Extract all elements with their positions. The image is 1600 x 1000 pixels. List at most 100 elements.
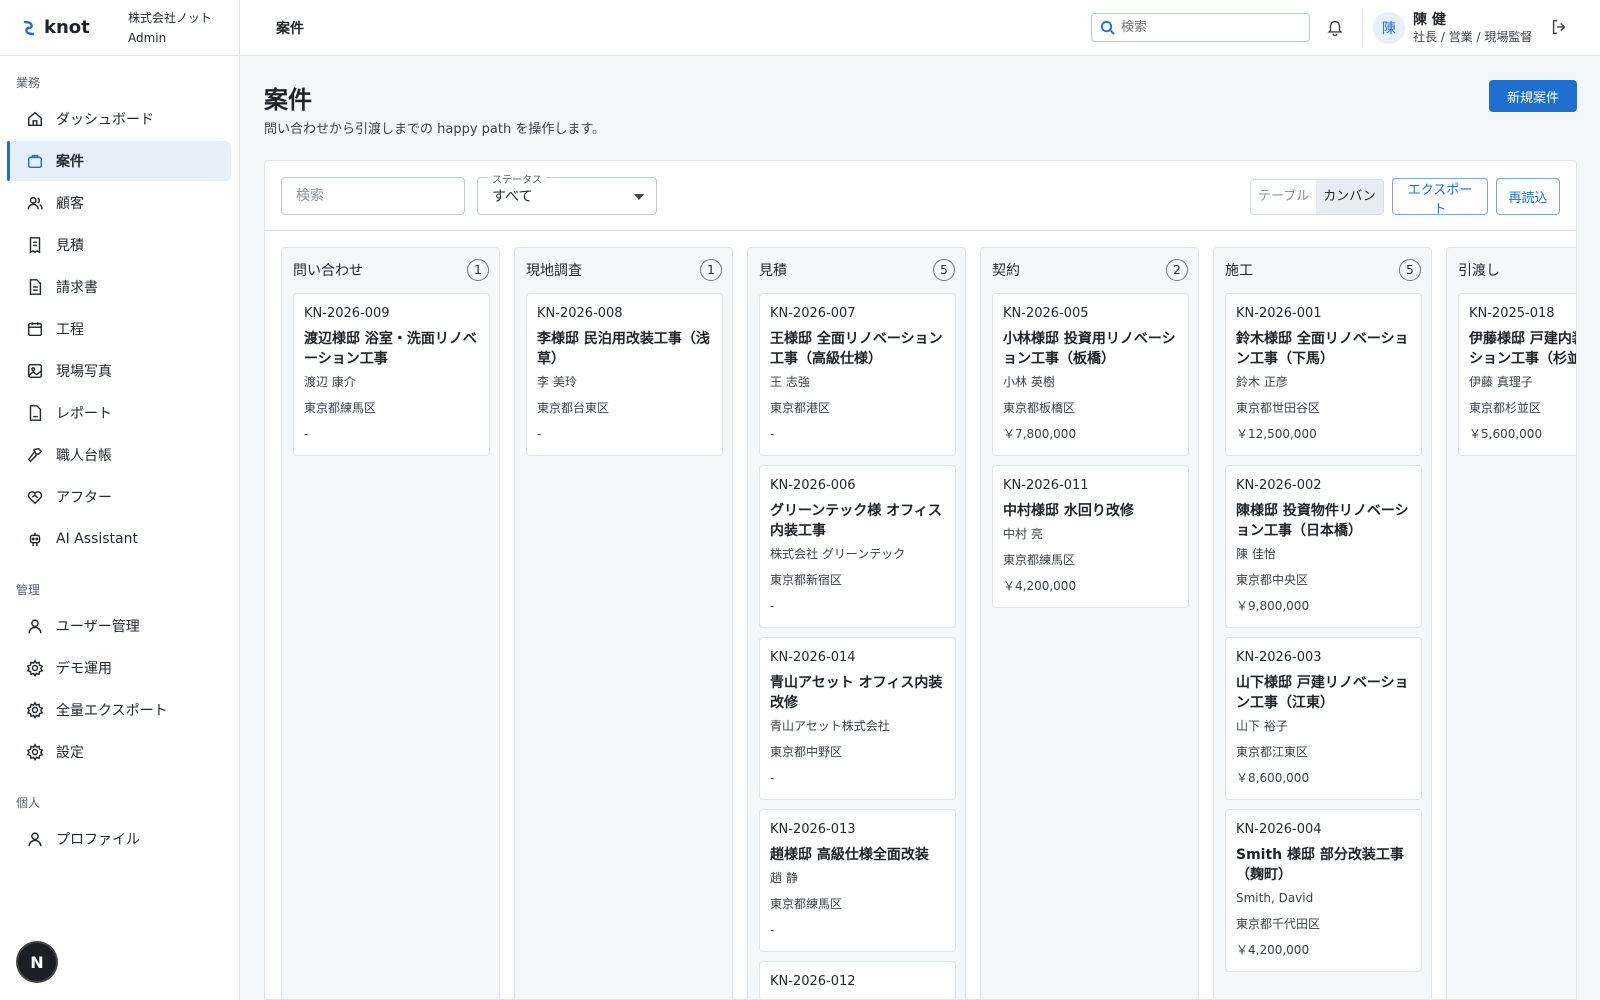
sidebar-item-label: 顧客	[56, 196, 84, 212]
column-header: 現地調査 1	[515, 248, 732, 292]
filter-bar: ステータス すべて テーブル カンバン エクスポート 再読込	[265, 161, 1576, 231]
sidebar-item[interactable]: 顧客	[8, 183, 231, 223]
column-count-badge: 5	[933, 259, 955, 281]
status-select[interactable]: ステータス すべて	[477, 171, 657, 215]
avatar[interactable]: 陳	[1373, 12, 1405, 44]
project-code: KN-2026-003	[1236, 650, 1322, 665]
notification-bell-icon[interactable]	[1326, 18, 1346, 38]
sidebar-item[interactable]: レポート	[8, 393, 231, 433]
sidebar-item[interactable]: 設定	[8, 732, 231, 772]
sidebar-item[interactable]: AI Assistant	[8, 519, 231, 559]
project-card[interactable]: KN-2026-012	[759, 961, 956, 999]
project-title: グリーンテック様 オフィス内装工事	[770, 503, 942, 539]
project-search-input[interactable]	[281, 177, 465, 215]
column-header: 引渡し	[1447, 248, 1576, 292]
project-card[interactable]: KN-2026-014 青山アセット オフィス内装改修 青山アセット株式会社 東京都中…	[759, 637, 956, 800]
nav-section-heading: 業務	[16, 76, 41, 90]
project-title: 小林様邸 投資用リノベーション工事（板橋）	[1003, 331, 1176, 367]
project-code: KN-2026-006	[770, 478, 856, 493]
project-card[interactable]: KN-2026-005 小林様邸 投資用リノベーション工事（板橋） 小林 英樹 東京都…	[992, 293, 1189, 456]
project-area: 東京都中央区	[1236, 573, 1309, 587]
project-card[interactable]: KN-2026-002 陳様邸 投資物件リノベーション工事（日本橋） 陳 佳怡 東京都…	[1225, 465, 1422, 628]
project-card[interactable]: KN-2026-008 李様邸 民泊用改装工事（浅草） 李 美玲 東京都台東区 -	[526, 293, 723, 456]
project-code: KN-2026-007	[770, 306, 856, 321]
project-title: 青山アセット オフィス内装改修	[770, 675, 943, 711]
project-code: KN-2026-002	[1236, 478, 1322, 493]
receipt-icon	[26, 236, 44, 254]
export-button[interactable]: エクスポート	[1392, 178, 1488, 217]
org-info: 株式会社ノット Admin	[128, 8, 212, 48]
logout-icon[interactable]	[1550, 18, 1568, 40]
sidebar-item-label: 見積	[56, 238, 84, 254]
project-card[interactable]: KN-2026-007 王様邸 全面リノベーション工事（高級仕様） 王 志強 東京都港…	[759, 293, 956, 456]
sidebar-item[interactable]: 全量エクスポート	[8, 690, 231, 730]
global-search-input[interactable]	[1121, 20, 1301, 35]
customer-name: 株式会社 グリーンテック	[770, 547, 906, 561]
reload-button[interactable]: 再読込	[1496, 178, 1560, 215]
search-icon	[1100, 20, 1115, 35]
sidebar-item-label: 請求書	[56, 280, 98, 296]
customer-name: 趙 静	[770, 871, 798, 885]
sidebar-item[interactable]: 工程	[8, 309, 231, 349]
project-title: 渡辺様邸 浴室・洗面リノベーション工事	[304, 331, 477, 367]
sidebar-item-label: 全量エクスポート	[56, 703, 168, 719]
user-icon	[26, 617, 44, 635]
sidebar-item[interactable]: デモ運用	[8, 648, 231, 688]
gear-icon	[26, 743, 44, 761]
customer-name: 中村 亮	[1003, 527, 1043, 541]
sidebar-item[interactable]: 職人台帳	[8, 435, 231, 475]
view-table-option[interactable]: テーブル	[1251, 180, 1316, 214]
sidebar-item[interactable]: ユーザー管理	[8, 606, 231, 646]
project-card[interactable]: KN-2026-003 山下様邸 戸建リノベーション工事（江東） 山下 裕子 東京都江…	[1225, 637, 1422, 800]
sidebar: knot 株式会社ノット Admin 業務ダッシュボード 案件顧客見積請求書工程現…	[0, 0, 240, 1000]
column-title: 施工	[1225, 263, 1253, 279]
customer-name: 渡辺 康介	[304, 375, 356, 389]
sidebar-item[interactable]: 請求書	[8, 267, 231, 307]
kanban-column: 契約 2 KN-2026-005 小林様邸 投資用リノベーション工事（板橋） 小林 英樹…	[980, 247, 1199, 999]
project-card[interactable]: KN-2026-004 Smith 様邸 部分改装工事（麹町） Smith, Dav…	[1225, 809, 1422, 972]
sidebar-item[interactable]: プロファイル	[8, 819, 231, 859]
project-area: 東京都練馬区	[770, 897, 843, 911]
project-card[interactable]: KN-2026-011 中村様邸 水回り改修 中村 亮東京都練馬区 ￥4,200,00…	[992, 465, 1189, 608]
heart-handshake-icon	[26, 488, 44, 506]
sidebar-item[interactable]: 見積	[8, 225, 231, 265]
project-amount: ￥9,800,000	[1236, 599, 1310, 613]
project-area: 東京都港区	[770, 401, 831, 415]
project-amount: ￥7,800,000	[1003, 427, 1077, 441]
project-code: KN-2026-005	[1003, 306, 1089, 321]
project-card[interactable]: KN-2026-013 趙様邸 高級仕様全面改装趙 静東京都練馬区 -	[759, 809, 956, 952]
sidebar-item-label: レポート	[56, 406, 112, 422]
project-area: 東京都千代田区	[1236, 917, 1321, 931]
kanban-column: 施工 5 KN-2026-001 鈴木様邸 全面リノベーション工事（下馬） 鈴木 正彦東…	[1213, 247, 1432, 999]
view-toggle: テーブル カンバン	[1250, 179, 1384, 215]
project-card[interactable]: KN-2026-006 グリーンテック様 オフィス内装工事株式会社 グリーンテック…	[759, 465, 956, 628]
briefcase-icon	[26, 152, 44, 170]
document-icon	[26, 278, 44, 296]
hammer-icon	[26, 446, 44, 464]
next-dev-badge[interactable]: N	[18, 943, 56, 981]
project-amount: ￥4,200,000	[1003, 579, 1077, 593]
global-search[interactable]	[1091, 13, 1310, 42]
project-amount: -	[770, 599, 775, 613]
project-area: 東京都練馬区	[1003, 553, 1076, 567]
home-icon	[26, 110, 44, 128]
project-card[interactable]: KN-2025-018 伊藤様邸 戸建内装リノベーション工事（杉並） 伊藤 真理子東…	[1458, 293, 1576, 456]
sidebar-item[interactable]: ダッシュボード	[8, 99, 231, 139]
view-kanban-option[interactable]: カンバン	[1316, 180, 1383, 214]
project-card[interactable]: KN-2026-009 渡辺様邸 浴室・洗面リノベーション工事 渡辺 康介 東京都練馬…	[293, 293, 490, 456]
project-code: KN-2026-012	[770, 974, 856, 989]
topbar-divider	[1362, 8, 1363, 48]
users-icon	[26, 194, 44, 212]
project-amount: ￥8,600,000	[1236, 771, 1310, 785]
project-title: 山下様邸 戸建リノベーション工事（江東）	[1236, 675, 1409, 711]
project-title: 伊藤様邸 戸建内装リノベーション工事（杉並）	[1469, 331, 1576, 367]
brand[interactable]: knot 株式会社ノット Admin	[0, 0, 239, 56]
sidebar-item-label: デモ運用	[56, 661, 112, 677]
project-title: 趙様邸 高級仕様全面改装	[770, 847, 929, 863]
new-project-button[interactable]: 新規案件	[1489, 80, 1577, 112]
project-area: 東京都中野区	[770, 745, 843, 759]
sidebar-item[interactable]: 現場写真	[8, 351, 231, 391]
project-card[interactable]: KN-2026-001 鈴木様邸 全面リノベーション工事（下馬） 鈴木 正彦 東京都世…	[1225, 293, 1422, 456]
sidebar-item[interactable]: アフター	[8, 477, 231, 517]
sidebar-item[interactable]: 案件	[7, 141, 231, 181]
